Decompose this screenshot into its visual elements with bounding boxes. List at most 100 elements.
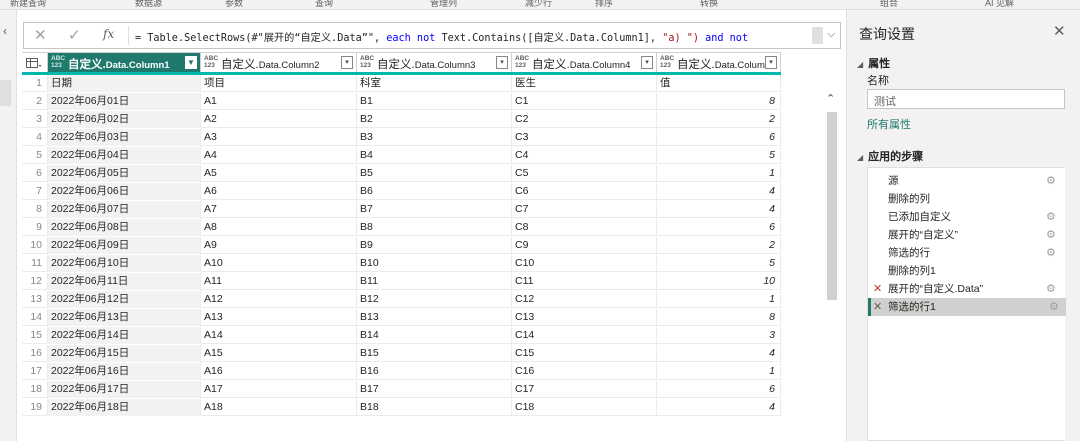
table-cell[interactable]: C16	[512, 363, 657, 380]
row-number[interactable]: 13	[22, 291, 48, 308]
table-cell[interactable]: 5	[657, 255, 781, 272]
column-type-icon[interactable]: ABC 123	[51, 55, 65, 69]
row-number[interactable]: 2	[22, 93, 48, 110]
formula-scrollbar[interactable]	[812, 27, 823, 44]
applied-step[interactable]: 删除的列	[868, 190, 1066, 208]
table-cell[interactable]: C17	[512, 381, 657, 398]
table-cell[interactable]: A10	[201, 255, 357, 272]
row-number[interactable]: 5	[22, 147, 48, 164]
table-cell[interactable]: 2022年06月16日	[48, 363, 201, 380]
table-cell[interactable]: C1	[512, 93, 657, 110]
table-cell[interactable]: C5	[512, 165, 657, 182]
row-number[interactable]: 15	[22, 327, 48, 344]
applied-step[interactable]: 删除的列1	[868, 262, 1066, 280]
table-cell[interactable]: C15	[512, 345, 657, 362]
table-cell[interactable]: 2022年06月13日	[48, 309, 201, 326]
table-cell[interactable]: 5	[657, 147, 781, 164]
table-cell[interactable]: 项目	[201, 75, 357, 92]
table-cell[interactable]: 2022年06月02日	[48, 111, 201, 128]
table-cell[interactable]: B12	[357, 291, 512, 308]
chevron-left-icon[interactable]: ‹	[3, 24, 7, 38]
row-number[interactable]: 18	[22, 381, 48, 398]
table-cell[interactable]: 6	[657, 129, 781, 146]
column-header[interactable]: ABC 123 自定义.Data.Column2 ▾	[201, 52, 357, 72]
table-cell[interactable]: A8	[201, 219, 357, 236]
column-header[interactable]: ABC 123 自定义.Data.Column3 ▾	[357, 52, 512, 72]
table-cell[interactable]: A6	[201, 183, 357, 200]
table-cell[interactable]: 2022年06月14日	[48, 327, 201, 344]
row-number[interactable]: 9	[22, 219, 48, 236]
table-cell[interactable]: 6	[657, 381, 781, 398]
table-cell[interactable]: A12	[201, 291, 357, 308]
table-cell[interactable]: 2022年06月03日	[48, 129, 201, 146]
table-cell[interactable]: 2022年06月05日	[48, 165, 201, 182]
table-cell[interactable]: 2022年06月11日	[48, 273, 201, 290]
check-icon[interactable]: ✓	[68, 26, 81, 44]
table-cell[interactable]: 2022年06月09日	[48, 237, 201, 254]
grid-vertical-scrollbar[interactable]: ⌃	[825, 92, 839, 441]
table-cell[interactable]: 1	[657, 363, 781, 380]
row-number[interactable]: 14	[22, 309, 48, 326]
table-cell[interactable]: B6	[357, 183, 512, 200]
table-cell[interactable]: C14	[512, 327, 657, 344]
applied-step[interactable]: 源 ⚙	[868, 172, 1066, 190]
ribbon-item[interactable]: AI 见解	[985, 0, 1014, 9]
table-cell[interactable]: C9	[512, 237, 657, 254]
row-number[interactable]: 12	[22, 273, 48, 290]
table-cell[interactable]: 4	[657, 201, 781, 218]
table-cell[interactable]: A9	[201, 237, 357, 254]
table-cell[interactable]: 4	[657, 183, 781, 200]
table-cell[interactable]: B16	[357, 363, 512, 380]
row-number[interactable]: 4	[22, 129, 48, 146]
ribbon-item[interactable]: 管理列	[430, 0, 457, 9]
column-type-icon[interactable]: ABC 123	[204, 55, 218, 69]
applied-step[interactable]: 筛选的行 ⚙	[868, 244, 1066, 262]
table-cell[interactable]: 8	[657, 93, 781, 110]
table-cell[interactable]: A7	[201, 201, 357, 218]
row-number[interactable]: 7	[22, 183, 48, 200]
table-cell[interactable]: C7	[512, 201, 657, 218]
table-cell[interactable]: 医生	[512, 75, 657, 92]
table-cell[interactable]: 2022年06月17日	[48, 381, 201, 398]
scrollbar-thumb[interactable]	[827, 112, 837, 300]
error-x-icon[interactable]: ✕	[873, 280, 882, 298]
table-cell[interactable]: 1	[657, 165, 781, 182]
table-cell[interactable]: 3	[657, 327, 781, 344]
table-cell[interactable]: B1	[357, 93, 512, 110]
table-cell[interactable]: A5	[201, 165, 357, 182]
table-cell[interactable]: C3	[512, 129, 657, 146]
table-cell[interactable]: A14	[201, 327, 357, 344]
table-cell[interactable]: A17	[201, 381, 357, 398]
table-cell[interactable]: C6	[512, 183, 657, 200]
row-number[interactable]: 17	[22, 363, 48, 380]
chevron-down-icon[interactable]: ▾	[341, 56, 353, 69]
table-cell[interactable]: C13	[512, 309, 657, 326]
applied-step[interactable]: ✕ 筛选的行1 ⚙	[868, 298, 1066, 316]
gear-icon[interactable]: ⚙	[1046, 172, 1056, 190]
row-number[interactable]: 1	[22, 75, 48, 92]
table-cell[interactable]: C2	[512, 111, 657, 128]
row-number[interactable]: 11	[22, 255, 48, 272]
table-cell[interactable]: 4	[657, 345, 781, 362]
ribbon-item[interactable]: 排序	[595, 0, 613, 9]
table-cell[interactable]: B8	[357, 219, 512, 236]
table-cell[interactable]: B5	[357, 165, 512, 182]
ribbon-item[interactable]: 新建查询	[10, 0, 46, 9]
ribbon-item[interactable]: 查询	[315, 0, 333, 9]
column-type-icon[interactable]: ABC 123	[360, 55, 374, 69]
chevron-down-icon[interactable]: ▾	[641, 56, 653, 69]
row-number[interactable]: 6	[22, 165, 48, 182]
query-name-input[interactable]: 测试	[867, 89, 1065, 109]
table-cell[interactable]: A1	[201, 93, 357, 110]
table-cell[interactable]: A13	[201, 309, 357, 326]
table-cell[interactable]: B15	[357, 345, 512, 362]
table-cell[interactable]: B17	[357, 381, 512, 398]
table-cell[interactable]: B11	[357, 273, 512, 290]
formula-input[interactable]: = Table.SelectRows(#"展开的“自定义.Data”", eac…	[135, 29, 748, 44]
ribbon-item[interactable]: 转换	[700, 0, 718, 9]
ribbon-item[interactable]: 参数	[225, 0, 243, 9]
applied-step[interactable]: 展开的“自定义” ⚙	[868, 226, 1066, 244]
table-cell[interactable]: C10	[512, 255, 657, 272]
row-number[interactable]: 8	[22, 201, 48, 218]
all-properties-link[interactable]: 所有属性	[867, 116, 911, 132]
